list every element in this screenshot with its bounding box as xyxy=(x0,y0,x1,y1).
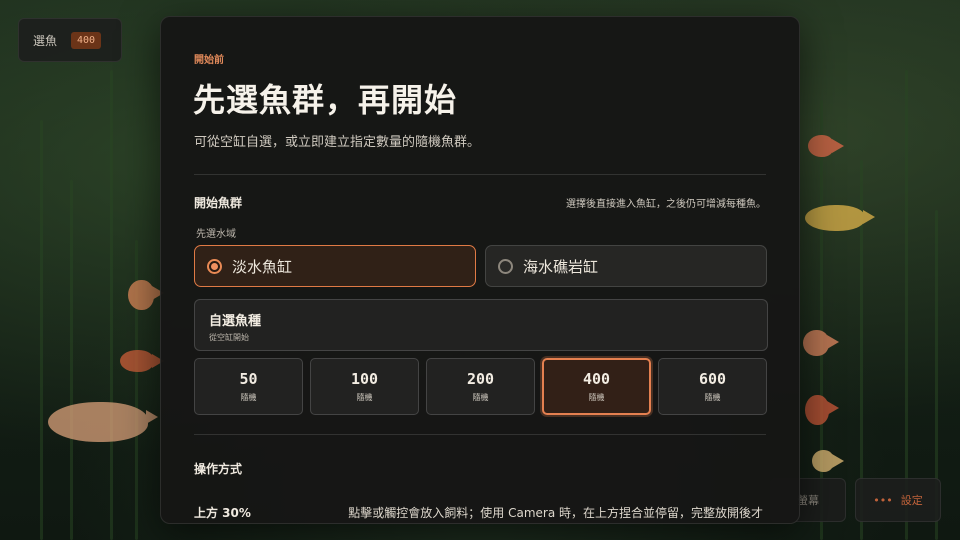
fish-count-badge: 400 xyxy=(71,31,102,49)
fish xyxy=(805,395,839,425)
water-type-label: 先選水域 xyxy=(196,229,236,240)
preset-count: 100 xyxy=(350,370,379,388)
fish xyxy=(808,135,844,157)
custom-species-button[interactable]: 自選魚種 從空缸開始 xyxy=(194,299,768,351)
preset-random-50[interactable]: 50 隨機 xyxy=(194,358,303,415)
start-section-hint: 選擇後直接進入魚缸，之後仍可增減每種魚。 xyxy=(566,199,766,210)
preset-count: 200 xyxy=(466,370,495,388)
preset-random-600[interactable]: 600 隨機 xyxy=(658,358,767,415)
start-section-title: 開始魚群 xyxy=(194,196,243,210)
preset-count: 600 xyxy=(698,370,727,388)
plant-stem xyxy=(40,120,43,540)
custom-species-title: 自選魚種 xyxy=(209,314,262,329)
fish xyxy=(812,450,844,472)
modal-title: 先選魚群，再開始 xyxy=(193,81,458,119)
water-option-freshwater[interactable]: 淡水魚缸 xyxy=(194,245,476,287)
water-option-label: 海水礁岩缸 xyxy=(523,257,599,276)
preset-count: 50 xyxy=(239,370,258,388)
controls-row-label: 上方 30% xyxy=(194,506,251,520)
preset-random-200[interactable]: 200 隨機 xyxy=(426,358,535,415)
settings-button[interactable]: ••• 設定 xyxy=(855,478,941,522)
plant-stem xyxy=(905,70,908,540)
preset-label: 隨機 xyxy=(472,393,489,402)
water-option-label: 淡水魚缸 xyxy=(232,257,293,276)
divider xyxy=(194,174,766,175)
fish-selector-chip[interactable]: 選魚 400 xyxy=(18,18,122,62)
fish xyxy=(48,402,158,442)
radio-unselected-icon xyxy=(498,258,513,274)
fish xyxy=(803,330,839,356)
preset-count: 400 xyxy=(582,370,611,388)
screen-button-label: 螢幕 xyxy=(797,494,819,507)
plant-stem xyxy=(70,180,73,540)
modal-eyebrow: 開始前 xyxy=(194,55,224,66)
settings-button-label: 設定 xyxy=(900,494,923,507)
plant-stem xyxy=(820,100,823,540)
fish-selector-label: 選魚 xyxy=(33,33,58,48)
preset-label: 隨機 xyxy=(704,393,721,402)
custom-species-subtitle: 從空缸開始 xyxy=(209,333,249,342)
preset-random-100[interactable]: 100 隨機 xyxy=(310,358,419,415)
more-icon: ••• xyxy=(873,493,893,507)
modal-subtitle: 可從空缸自選，或立即建立指定數量的隨機魚群。 xyxy=(194,135,481,150)
fish xyxy=(805,205,875,231)
start-modal: 開始前 先選魚群，再開始 可從空缸自選，或立即建立指定數量的隨機魚群。 開始魚群… xyxy=(160,16,800,524)
fish xyxy=(120,350,164,372)
preset-label: 隨機 xyxy=(356,393,373,402)
radio-selected-icon xyxy=(207,258,222,274)
water-option-saltwater-reef[interactable]: 海水礁岩缸 xyxy=(485,245,767,287)
controls-row-description: 點擊或觸控會放入飼料；使用 Camera 時，在上方捏合並停留，完整放開後才 xyxy=(348,506,763,520)
controls-section-title: 操作方式 xyxy=(194,462,243,476)
plant-stem xyxy=(110,70,113,540)
preset-random-400[interactable]: 400 隨機 xyxy=(542,358,651,415)
fish xyxy=(128,280,164,310)
preset-label: 隨機 xyxy=(240,393,257,402)
divider xyxy=(194,434,766,435)
preset-label: 隨機 xyxy=(588,393,605,402)
